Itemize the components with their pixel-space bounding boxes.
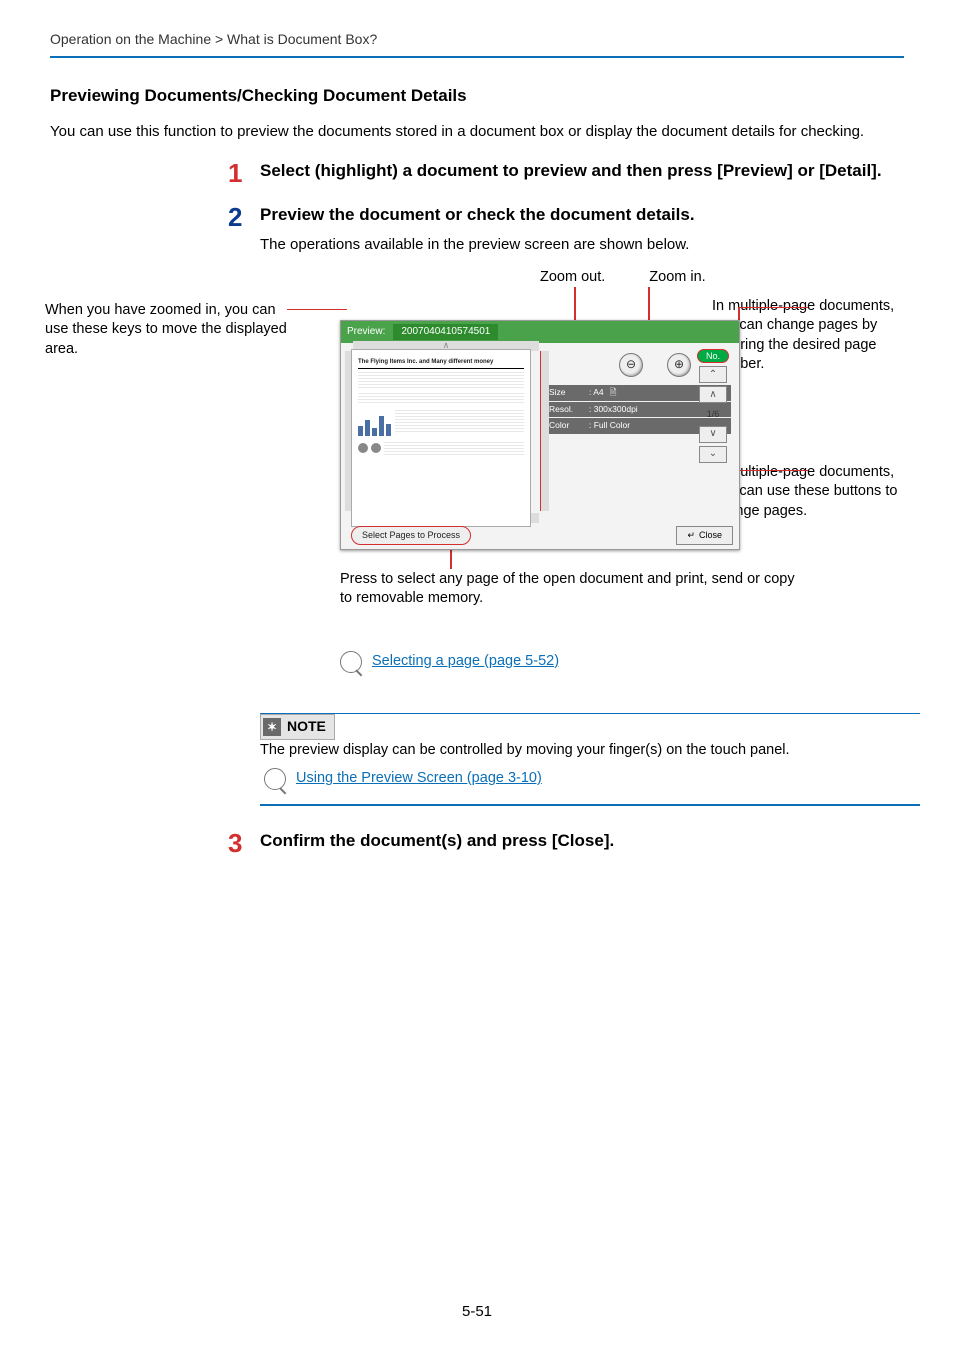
- step-2-number: 2: [228, 204, 260, 254]
- step-3-number: 3: [228, 830, 260, 856]
- gear-icon: ✶: [263, 718, 281, 736]
- document-preview-pane: The Flying Items Inc. and Many different…: [351, 349, 531, 527]
- zoom-in-button[interactable]: ⊕: [667, 353, 691, 377]
- link-selecting-a-page[interactable]: Selecting a page (page 5-52): [372, 651, 559, 671]
- section-heading: Previewing Documents/Checking Document D…: [50, 84, 904, 108]
- callout-page-buttons: In multiple-page documents, you can use …: [712, 463, 904, 522]
- note-box: ✶ NOTE The preview display can be contro…: [260, 713, 920, 806]
- diagram: When you have zoomed in, you can use the…: [50, 265, 904, 645]
- callout-pan-keys: When you have zoomed in, you can use the…: [45, 301, 295, 360]
- pan-right-button[interactable]: [540, 351, 549, 511]
- step-3-title: Confirm the document(s) and press [Close…: [260, 830, 614, 851]
- page-navigator: No. ⌃ ∧ 1/6 ∨ ⌄: [693, 349, 733, 463]
- page-prev-button[interactable]: ∧: [699, 386, 727, 403]
- note-text: The preview display can be controlled by…: [260, 740, 920, 760]
- doc-sample-heading: The Flying Items Inc. and Many different…: [358, 358, 524, 366]
- screen-filename: 2007040410574501: [393, 324, 498, 340]
- step-1-title: Select (highlight) a document to preview…: [260, 160, 882, 181]
- screen-titlebar: Preview: 2007040410574501: [341, 321, 739, 343]
- magnifier-icon: [264, 768, 286, 790]
- screen-title-label: Preview:: [347, 325, 385, 339]
- page-number: 5-51: [0, 1301, 954, 1322]
- callout-zoom-in: Zoom in.: [649, 267, 705, 287]
- page-next-button[interactable]: ∨: [699, 426, 727, 443]
- note-header: ✶ NOTE: [260, 714, 335, 740]
- ref-link-preview-screen: Using the Preview Screen (page 3-10): [264, 768, 920, 790]
- preview-screen-mock: Preview: 2007040410574501 ∧ ∨ The Flying…: [340, 320, 740, 550]
- section-intro: You can use this function to preview the…: [50, 121, 904, 142]
- zoom-out-button[interactable]: ⊖: [619, 353, 643, 377]
- enter-icon: ↵: [687, 529, 695, 542]
- step-2-title: Preview the document or check the docume…: [260, 204, 695, 225]
- note-label: NOTE: [287, 717, 326, 737]
- callout-zoom-out: Zoom out.: [540, 267, 605, 287]
- page-counter: 1/6: [707, 408, 720, 421]
- page-first-button[interactable]: ⌃: [699, 366, 727, 383]
- step-1-number: 1: [228, 160, 260, 186]
- select-pages-button[interactable]: Select Pages to Process: [351, 526, 471, 545]
- page-number-button[interactable]: No.: [697, 349, 729, 364]
- magnifier-icon: [340, 651, 362, 673]
- step-2-subtitle: The operations available in the preview …: [260, 234, 695, 255]
- page-icon: 🗎: [610, 387, 617, 399]
- callout-select-pages: Press to select any page of the open doc…: [340, 570, 800, 609]
- page-last-button[interactable]: ⌄: [699, 446, 727, 463]
- header-rule: [50, 56, 904, 58]
- leader-line: [287, 309, 347, 311]
- leader-line: [738, 307, 808, 309]
- ref-link-select-page: Selecting a page (page 5-52): [340, 651, 904, 673]
- breadcrumb: Operation on the Machine > What is Docum…: [50, 30, 904, 50]
- link-using-preview-screen[interactable]: Using the Preview Screen (page 3-10): [296, 768, 542, 788]
- callout-page-number: In multiple-page documents, you can chan…: [712, 297, 904, 375]
- close-button[interactable]: ↵Close: [676, 526, 733, 545]
- leader-line: [734, 470, 808, 472]
